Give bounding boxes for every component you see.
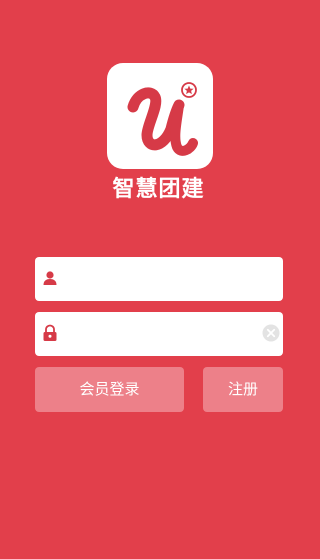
username-field[interactable] — [35, 257, 283, 301]
app-logo — [107, 63, 213, 169]
lock-icon — [43, 324, 57, 341]
league-u-logo-icon — [127, 82, 198, 156]
password-field[interactable] — [35, 312, 283, 356]
clear-icon[interactable] — [262, 324, 280, 342]
password-input[interactable] — [67, 312, 247, 356]
member-login-button[interactable]: 会员登录 — [35, 367, 184, 412]
username-input[interactable] — [67, 257, 247, 301]
app-title: 智慧团建 — [112, 177, 205, 202]
register-button[interactable]: 注册 — [203, 367, 283, 412]
user-icon — [43, 271, 57, 285]
